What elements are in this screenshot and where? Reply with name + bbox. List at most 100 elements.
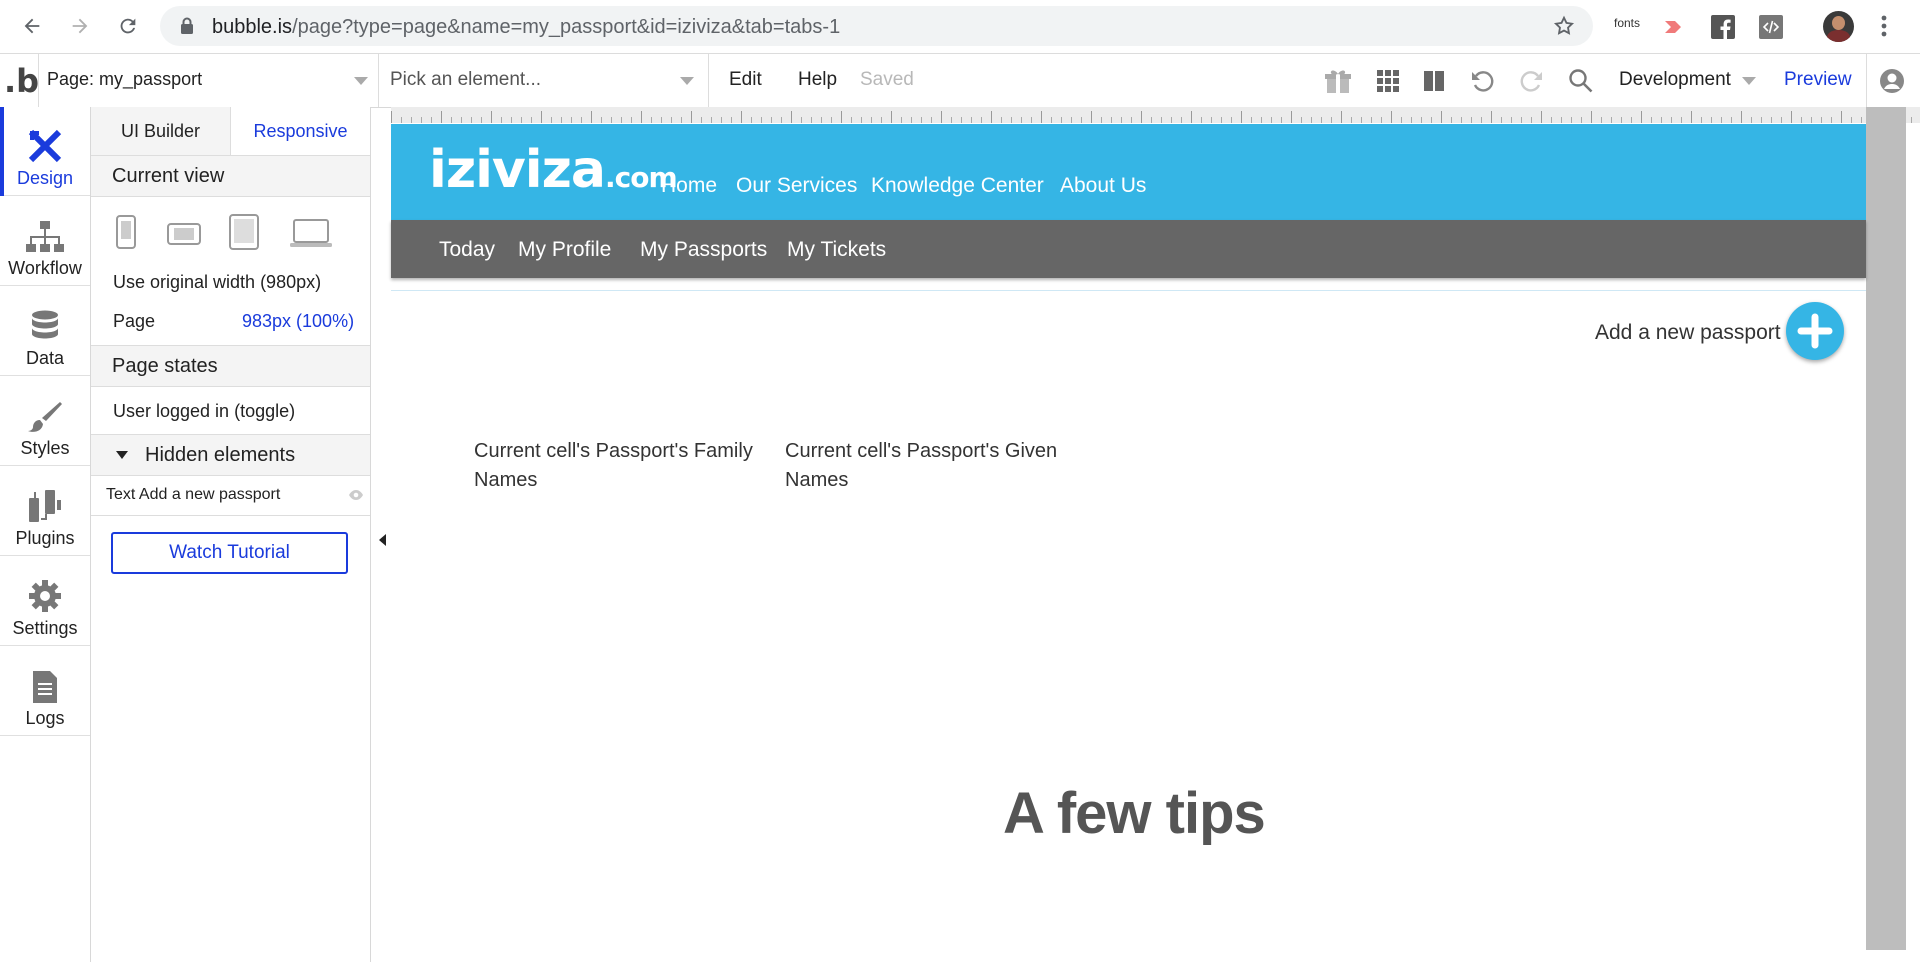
use-original-width-toggle[interactable]: Use original width (980px) bbox=[113, 272, 321, 293]
editor-left-nav: Design Workflow Data Styles Plugins Sett… bbox=[0, 107, 91, 962]
nav-label: Styles bbox=[20, 438, 70, 458]
chevron-down-icon bbox=[354, 77, 368, 85]
section-title: Page states bbox=[112, 355, 218, 377]
extension-arrow-icon[interactable] bbox=[1662, 14, 1688, 40]
editor-toolbar: .b Page: my_passport Pick an element... … bbox=[0, 54, 1920, 108]
profile-avatar[interactable] bbox=[1823, 11, 1854, 42]
sub-nav-my-profile[interactable]: My Profile bbox=[518, 238, 611, 262]
code-extension-icon[interactable] bbox=[1758, 14, 1784, 40]
site-nav-services[interactable]: Our Services bbox=[736, 174, 857, 198]
ui-builder-panel: UI Builder Responsive Current view Use o… bbox=[91, 107, 371, 962]
design-icon bbox=[28, 129, 62, 163]
search-icon[interactable] bbox=[1566, 66, 1596, 96]
nav-label: Plugins bbox=[15, 528, 75, 548]
document-icon bbox=[33, 671, 57, 703]
page-selector[interactable]: Page: my_passport bbox=[38, 54, 379, 107]
nav-tab-styles[interactable]: Styles bbox=[0, 377, 90, 466]
user-logged-in-state[interactable]: User logged in (toggle) bbox=[113, 401, 295, 422]
bubble-logo-icon[interactable]: .b bbox=[4, 62, 39, 100]
url-path: /page?type=page&name=my_passport&id=iziv… bbox=[292, 16, 841, 38]
add-passport-label[interactable]: Add a new passport bbox=[1595, 321, 1781, 345]
gift-icon[interactable] bbox=[1323, 66, 1353, 96]
section-hidden-elements[interactable]: Hidden elements bbox=[91, 434, 370, 476]
active-tab-indicator bbox=[0, 107, 4, 196]
laptop-icon[interactable] bbox=[289, 219, 333, 254]
lock-icon bbox=[180, 17, 194, 40]
tips-heading[interactable]: A few tips bbox=[1003, 780, 1266, 847]
page-width-value[interactable]: 983px (100%) bbox=[242, 311, 354, 332]
page-selector-label: Page: my_passport bbox=[47, 69, 203, 89]
hidden-element-row[interactable]: Text Add a new passport bbox=[91, 475, 370, 516]
undo-icon[interactable] bbox=[1468, 66, 1498, 96]
toolbar-divider bbox=[1866, 54, 1867, 107]
site-sub-nav[interactable]: Today My Profile My Passports My Tickets bbox=[391, 220, 1866, 278]
nav-tab-settings[interactable]: Settings bbox=[0, 557, 90, 646]
watch-tutorial-button[interactable]: Watch Tutorial bbox=[111, 532, 348, 574]
site-nav-knowledge-center[interactable]: Knowledge Center bbox=[871, 174, 1044, 198]
chevron-down-icon bbox=[680, 77, 694, 85]
panel-tabs: UI Builder Responsive bbox=[91, 107, 370, 156]
redo-icon[interactable] bbox=[1516, 66, 1546, 96]
site-nav-about[interactable]: About Us bbox=[1060, 174, 1146, 198]
nav-tab-workflow[interactable]: Workflow bbox=[0, 197, 90, 286]
kebab-menu-icon[interactable] bbox=[1880, 14, 1888, 43]
back-icon[interactable] bbox=[20, 14, 44, 38]
section-title: Hidden elements bbox=[145, 444, 296, 466]
sub-nav-my-passports[interactable]: My Passports bbox=[640, 238, 767, 262]
mobile-portrait-icon[interactable] bbox=[116, 215, 136, 254]
sub-nav-my-tickets[interactable]: My Tickets bbox=[787, 238, 886, 262]
brush-icon bbox=[28, 402, 62, 432]
grid-icon[interactable] bbox=[1373, 66, 1403, 96]
site-nav-home[interactable]: Home bbox=[661, 174, 717, 198]
element-picker[interactable]: Pick an element... bbox=[378, 54, 709, 107]
tablet-icon[interactable] bbox=[229, 214, 259, 255]
url-text: bubble.is/page?type=page&name=my_passpor… bbox=[212, 16, 840, 39]
account-icon[interactable] bbox=[1877, 66, 1907, 96]
address-bar[interactable]: bubble.is/page?type=page&name=my_passpor… bbox=[160, 6, 1593, 46]
nav-label: Settings bbox=[12, 618, 78, 638]
site-logo[interactable]: iziviza.com bbox=[429, 140, 678, 200]
nav-tab-data[interactable]: Data bbox=[0, 287, 90, 376]
canvas-scrollbar[interactable] bbox=[1866, 107, 1906, 950]
nav-tab-plugins[interactable]: Plugins bbox=[0, 467, 90, 556]
collapse-panel-icon[interactable] bbox=[372, 530, 392, 550]
site-header[interactable]: iziviza.com Home Our Services Knowledge … bbox=[391, 124, 1866, 220]
reload-icon[interactable] bbox=[116, 14, 140, 38]
forward-icon[interactable] bbox=[68, 14, 92, 38]
chevron-down-icon bbox=[1742, 77, 1756, 85]
url-host: bubble.is bbox=[212, 16, 293, 38]
page-label: Page bbox=[113, 311, 156, 331]
browser-toolbar: bubble.is/page?type=page&name=my_passpor… bbox=[0, 0, 1920, 54]
section-title: Current view bbox=[112, 165, 225, 187]
section-current-view: Current view bbox=[91, 155, 370, 197]
environment-selector[interactable]: Development bbox=[1619, 69, 1731, 91]
triangle-down-icon bbox=[116, 451, 128, 459]
menu-help[interactable]: Help bbox=[798, 69, 837, 91]
facebook-icon[interactable] bbox=[1710, 14, 1736, 40]
tab-ui-builder[interactable]: UI Builder bbox=[91, 107, 231, 155]
nav-tab-design[interactable]: Design bbox=[0, 107, 90, 196]
element-picker-label: Pick an element... bbox=[390, 69, 542, 90]
plus-icon bbox=[1797, 313, 1833, 349]
add-passport-button[interactable] bbox=[1786, 302, 1844, 360]
tab-responsive[interactable]: Responsive bbox=[231, 107, 370, 155]
logo-text: iziviza bbox=[429, 140, 606, 200]
cell-family-names[interactable]: Current cell's Passport's Family Names bbox=[474, 437, 774, 495]
eye-icon[interactable] bbox=[348, 488, 364, 506]
preview-link[interactable]: Preview bbox=[1784, 69, 1852, 91]
menu-edit[interactable]: Edit bbox=[729, 69, 762, 91]
database-icon bbox=[32, 310, 58, 339]
guide-line bbox=[391, 290, 1866, 291]
nav-tab-logs[interactable]: Logs bbox=[0, 647, 90, 736]
plug-icon bbox=[29, 490, 61, 522]
star-icon[interactable] bbox=[1553, 15, 1575, 42]
nav-label: Workflow bbox=[8, 258, 82, 278]
cell-given-names[interactable]: Current cell's Passport's Given Names bbox=[785, 437, 1085, 495]
ruler bbox=[391, 107, 1920, 123]
section-page-states: Page states bbox=[91, 345, 370, 387]
sub-nav-today[interactable]: Today bbox=[439, 238, 495, 262]
mobile-landscape-icon[interactable] bbox=[167, 223, 201, 250]
fonts-extension-icon[interactable]: fonts bbox=[1614, 16, 1640, 30]
nav-label: Logs bbox=[25, 708, 65, 728]
columns-icon[interactable] bbox=[1419, 66, 1449, 96]
